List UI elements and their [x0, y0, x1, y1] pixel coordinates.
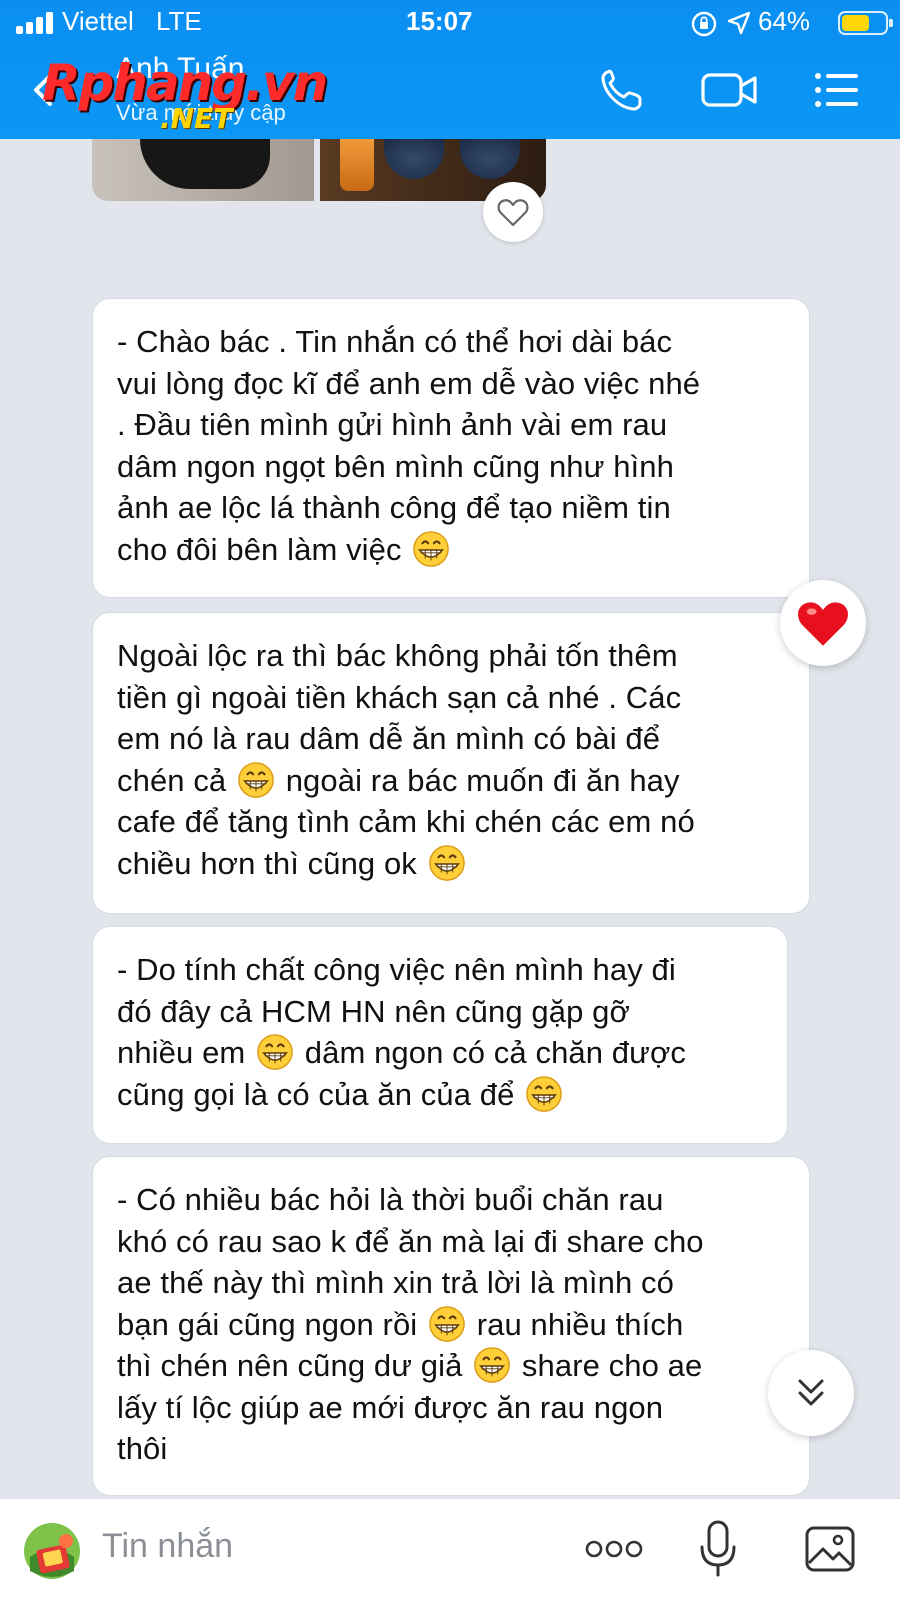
clock: 15:07 — [406, 6, 473, 36]
shared-photos — [92, 139, 546, 201]
grinning-emoji-icon — [412, 530, 450, 568]
video-call-icon[interactable] — [700, 66, 760, 114]
menu-list-icon[interactable] — [812, 66, 860, 114]
message-line: share cho ae — [521, 1348, 703, 1383]
message-line: Ngoài lộc ra thì bác không phải tốn thêm — [117, 638, 678, 673]
double-chevron-down-icon — [798, 1379, 824, 1406]
message-line: ngoài ra bác muốn đi ăn hay — [285, 762, 680, 798]
sticker-icon[interactable] — [22, 1521, 82, 1581]
message-line: lấy tí lộc giúp ae mới được ăn rau ngon — [117, 1389, 664, 1425]
message-line: khó có rau sao k để ăn mà lại đi share c… — [117, 1223, 704, 1259]
photo-thumbnail[interactable] — [92, 139, 314, 201]
message-line: cafe để tăng tình cảm khi chén các em nó — [117, 804, 695, 839]
grinning-emoji-icon — [525, 1075, 563, 1113]
message-line: - Do tính chất công việc nên mình hay đi — [117, 952, 676, 987]
image-icon[interactable] — [804, 1525, 856, 1573]
message-line: em nó là rau dâm dễ ăn mình có bài để — [117, 721, 661, 756]
message-line: thôi — [117, 1431, 168, 1466]
message-line: - Có nhiều bác hỏi là thời buổi chăn rau — [117, 1182, 664, 1217]
message-line: . Đầu tiên mình gửi hình ảnh vài em rau — [117, 407, 668, 442]
message-line: thì chén nên cũng dư giả — [117, 1348, 463, 1383]
chat-header: Viettel LTE 15:07 64% Anh Tuấn Vừa mới t… — [0, 0, 900, 139]
watermark-logo-sub: .NET — [160, 102, 233, 135]
phone-icon[interactable] — [598, 66, 650, 114]
message-line: chén cả — [117, 762, 227, 798]
message-bubble[interactable]: - Chào bác . Tin nhắn có thể hơi dài bác… — [92, 298, 810, 598]
message-line: rau nhiều thích — [476, 1306, 684, 1342]
carrier-name: Viettel — [62, 6, 134, 36]
microphone-icon[interactable] — [698, 1519, 738, 1579]
message-line: nhiều em — [117, 1035, 246, 1070]
status-bar: Viettel LTE 15:07 64% — [0, 0, 900, 46]
grinning-emoji-icon — [256, 1033, 294, 1071]
message-input[interactable]: Tin nhắn — [102, 1527, 233, 1566]
grinning-emoji-icon — [237, 761, 275, 799]
more-dots-icon[interactable] — [584, 1537, 644, 1561]
message-line: ae thế này thì mình xin trả lời là mình … — [117, 1265, 674, 1300]
location-arrow-icon — [727, 11, 751, 35]
message-bubble[interactable]: - Do tính chất công việc nên mình hay đi… — [92, 926, 788, 1144]
message-line: vui lòng đọc kĩ để anh em dễ vào việc nh… — [117, 365, 701, 401]
like-reaction-button[interactable] — [483, 182, 543, 242]
message-line: dâm ngon ngọt bên mình cũng như hình — [117, 448, 674, 484]
message-line: chiều hơn thì cũng ok — [117, 845, 417, 881]
battery-icon — [838, 11, 893, 35]
grinning-emoji-icon — [428, 1305, 466, 1343]
message-input-bar: Tin nhắn — [0, 1498, 900, 1600]
message-bubble[interactable]: - Có nhiều bác hỏi là thời buổi chăn rau… — [92, 1156, 810, 1496]
network-type: LTE — [156, 6, 202, 36]
heart-outline-icon — [497, 199, 529, 227]
grinning-emoji-icon — [473, 1346, 511, 1384]
orientation-lock-icon — [691, 11, 717, 37]
message-line: đó đây cả HCM HN nên cũng gặp gỡ — [117, 993, 630, 1029]
message-line: tiền gì ngoài tiền khách sạn cả nhé . Cá… — [117, 679, 682, 715]
message-bubble[interactable]: Ngoài lộc ra thì bác không phải tốn thêm… — [92, 612, 810, 914]
signal-icon — [16, 12, 56, 34]
heart-icon — [798, 602, 848, 646]
grinning-emoji-icon — [428, 844, 466, 882]
heart-reaction[interactable] — [780, 580, 866, 666]
message-line: ảnh ae lộc lá thành công để tạo niềm tin — [117, 490, 671, 525]
message-line: dâm ngon có cả chăn được — [304, 1035, 687, 1070]
battery-percent: 64% — [758, 6, 811, 36]
message-line: bạn gái cũng ngon rồi — [117, 1306, 418, 1342]
message-line: cho đôi bên làm việc — [117, 531, 402, 567]
scroll-to-bottom-button[interactable] — [768, 1350, 854, 1436]
message-line: - Chào bác . Tin nhắn có thể hơi dài bác — [117, 324, 673, 359]
message-line: cũng gọi là có của ăn của để — [117, 1076, 515, 1112]
